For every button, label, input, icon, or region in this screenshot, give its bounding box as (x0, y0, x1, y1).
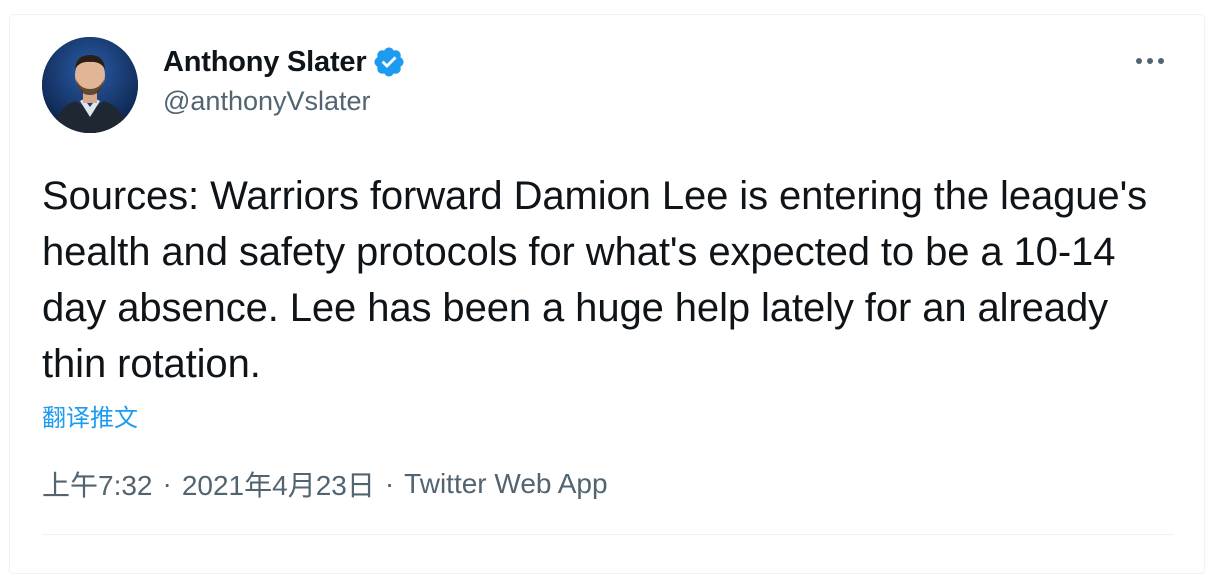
author-info: Anthony Slater @anthonyVslater (163, 44, 406, 117)
meta-separator: · (384, 468, 395, 499)
tweet-date[interactable]: 2021年4月23日 (182, 464, 375, 504)
display-name-row: Anthony Slater (163, 44, 406, 80)
more-horizontal-icon (1136, 58, 1164, 64)
tweet-header: Anthony Slater @anthonyVslater (42, 37, 1182, 135)
verified-badge-icon (372, 45, 406, 79)
more-options-button[interactable] (1130, 49, 1170, 73)
avatar[interactable] (42, 37, 138, 133)
author-handle[interactable]: @anthonyVslater (163, 86, 406, 117)
tweet-text: Sources: Warriors forward Damion Lee is … (42, 174, 1148, 386)
tweet-source[interactable]: Twitter Web App (404, 468, 607, 500)
meta-separator: · (162, 468, 172, 499)
tweet-time[interactable]: 上午7:32 (42, 464, 153, 504)
avatar-photo-icon (42, 37, 138, 133)
display-name[interactable]: Anthony Slater (163, 46, 367, 79)
divider (42, 534, 1174, 535)
translate-tweet-link[interactable]: 翻译推文 (42, 398, 138, 433)
tweet-metadata: 上午7:32 · 2021年4月23日 · Twitter Web App (42, 464, 608, 504)
